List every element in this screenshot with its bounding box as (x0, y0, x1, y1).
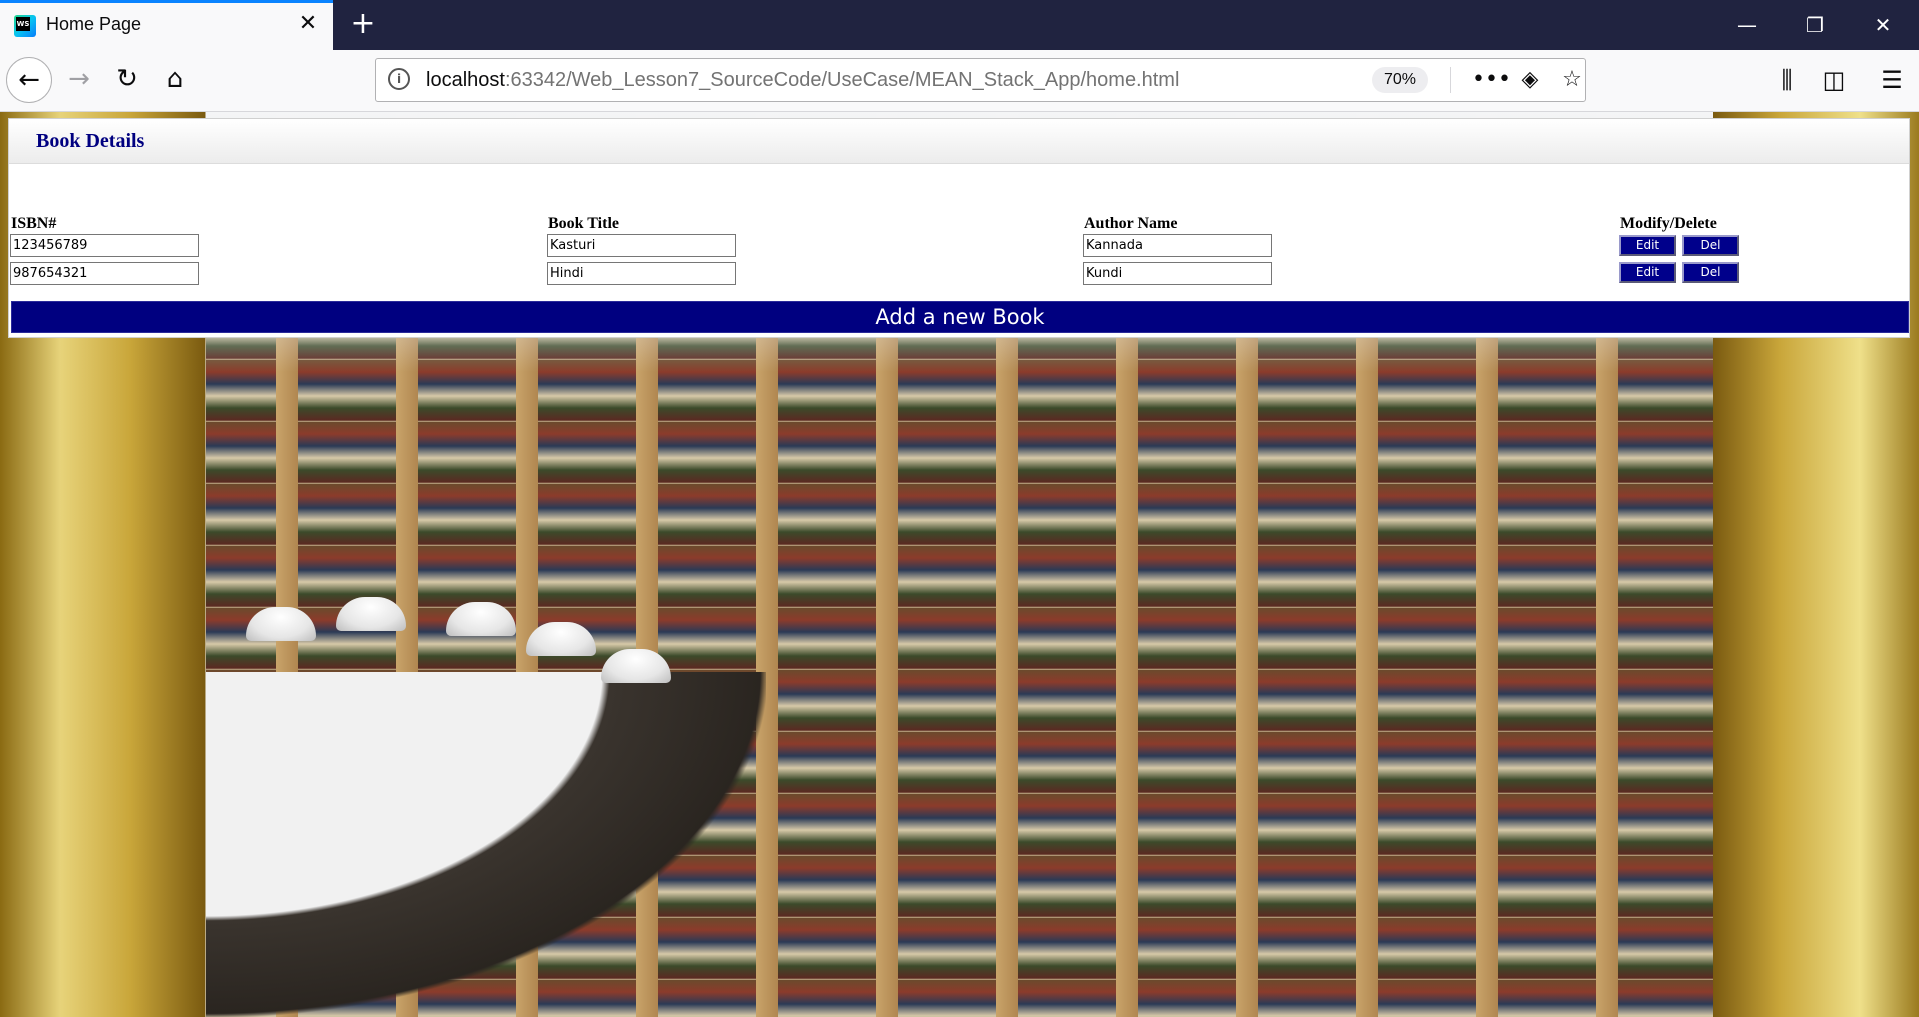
desk-lamp (246, 607, 316, 641)
page-viewport: Book Details ISBN# Book Title Author Nam… (0, 112, 1919, 1017)
url-bar-divider (1450, 67, 1451, 93)
url-bar[interactable]: i localhost:63342/Web_Lesson7_SourceCode… (375, 58, 1586, 102)
book-title-field[interactable] (547, 234, 736, 257)
desk-lamp (601, 649, 671, 683)
restore-icon[interactable]: ❐ (1781, 0, 1849, 50)
page-actions-icon[interactable]: ••• (1472, 65, 1511, 95)
edit-button[interactable]: Edit (1619, 235, 1676, 256)
desk-lamp (336, 597, 406, 631)
url-text[interactable]: localhost:63342/Web_Lesson7_SourceCode/U… (426, 69, 1179, 92)
menu-icon[interactable]: ☰ (1874, 62, 1910, 98)
browser-tab-bar: Home Page ✕ + — ❐ ✕ (0, 0, 1919, 50)
forward-icon[interactable]: → (56, 57, 102, 103)
browser-nav-bar: ← → ↻ ⌂ i localhost:63342/Web_Lesson7_So… (0, 50, 1919, 112)
home-icon[interactable]: ⌂ (152, 57, 198, 103)
back-icon[interactable]: ← (6, 57, 52, 103)
zoom-level-badge[interactable]: 70% (1372, 67, 1428, 93)
close-window-icon[interactable]: ✕ (1849, 0, 1917, 50)
library-icon[interactable]: ⫼ (1769, 62, 1805, 98)
title-column-header: Book Title (548, 215, 619, 232)
book-title-field[interactable] (547, 262, 736, 285)
url-host: localhost (426, 69, 505, 91)
reading-desk (206, 672, 766, 1017)
new-tab-icon[interactable]: + (348, 6, 378, 42)
author-name-field[interactable] (1083, 262, 1272, 285)
edit-button[interactable]: Edit (1619, 262, 1676, 283)
url-path: :63342/Web_Lesson7_SourceCode/UseCase/ME… (504, 69, 1180, 91)
sidebar-icon[interactable]: ◫ (1816, 62, 1852, 98)
book-details-panel: Book Details ISBN# Book Title Author Nam… (8, 118, 1910, 338)
minimize-icon[interactable]: — (1713, 0, 1781, 50)
delete-button[interactable]: Del (1682, 262, 1739, 283)
actions-column-header: Modify/Delete (1620, 215, 1717, 232)
tab-close-icon[interactable]: ✕ (295, 11, 321, 37)
isbn-column-header: ISBN# (11, 215, 57, 232)
webstorm-favicon-icon (14, 15, 36, 37)
bookmark-star-icon[interactable]: ☆ (1556, 65, 1588, 95)
browser-tab[interactable]: Home Page ✕ (0, 0, 333, 50)
tab-title: Home Page (46, 14, 142, 34)
desk-lamp (446, 602, 516, 636)
isbn-field[interactable] (10, 234, 199, 257)
desk-lamp (526, 622, 596, 656)
add-new-book-button[interactable]: Add a new Book (11, 301, 1909, 333)
author-name-field[interactable] (1083, 234, 1272, 257)
info-icon[interactable]: i (388, 68, 410, 90)
reload-icon[interactable]: ↻ (104, 57, 150, 103)
page-title: Book Details (36, 130, 145, 152)
pocket-icon[interactable]: ◈ (1514, 65, 1546, 95)
author-column-header: Author Name (1084, 215, 1178, 232)
isbn-field[interactable] (10, 262, 199, 285)
delete-button[interactable]: Del (1682, 235, 1739, 256)
panel-heading: Book Details (9, 119, 1909, 164)
